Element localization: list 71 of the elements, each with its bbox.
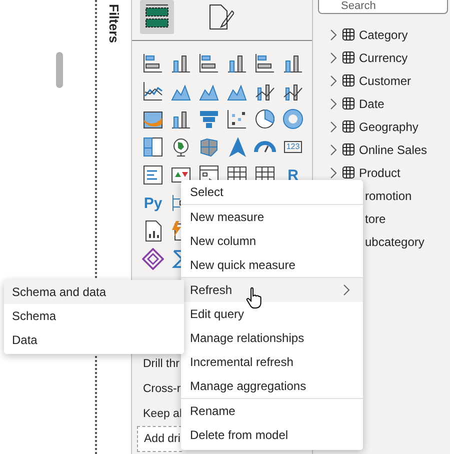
menu-item[interactable]: Refresh bbox=[181, 278, 363, 302]
field-table-name[interactable]: Online Sales bbox=[359, 142, 428, 156]
text-list-icon bbox=[142, 164, 164, 186]
visual-button[interactable]: 123 bbox=[282, 136, 304, 158]
field-table-name[interactable]: Customer bbox=[359, 74, 412, 88]
section-heading: Drill thr bbox=[143, 356, 180, 372]
build-visual-tab[interactable] bbox=[140, 0, 174, 34]
visual-button[interactable]: Py bbox=[142, 192, 164, 214]
field-table-name[interactable]: Category bbox=[359, 28, 408, 42]
funnel-icon bbox=[198, 108, 220, 130]
field-table-name[interactable]: romotion bbox=[365, 188, 412, 202]
table-icon bbox=[342, 97, 355, 110]
menu-item[interactable]: Manage aggregations bbox=[181, 374, 363, 398]
hand-cursor-icon bbox=[246, 287, 262, 309]
field-table-name[interactable]: ubcategory bbox=[365, 234, 424, 248]
table-icon bbox=[342, 28, 355, 41]
visual-button[interactable] bbox=[226, 108, 248, 130]
bar-chart-icon bbox=[142, 52, 164, 74]
menu-item[interactable]: New column bbox=[181, 229, 363, 253]
treemap-icon bbox=[142, 136, 164, 158]
visual-button[interactable] bbox=[170, 248, 181, 270]
field-table-name[interactable]: Date bbox=[359, 96, 384, 110]
chevron-right-icon bbox=[330, 144, 338, 156]
search-field[interactable]: Search bbox=[318, 0, 448, 14]
drop-zone[interactable]: Add dri bbox=[137, 426, 182, 452]
scrollbar-thumb[interactable] bbox=[56, 52, 63, 88]
visual-button[interactable] bbox=[142, 80, 164, 102]
chevron-right-icon bbox=[330, 28, 338, 40]
chevron-right-icon bbox=[330, 98, 338, 110]
submenu-chevron-icon bbox=[343, 284, 351, 296]
menu-item[interactable]: Edit query bbox=[181, 302, 363, 326]
donut-chart-icon bbox=[282, 108, 304, 130]
chevron-right-icon bbox=[330, 120, 338, 132]
toggle-label: Cross-r bbox=[143, 382, 181, 396]
menu-item[interactable]: Rename bbox=[181, 399, 363, 423]
scatter-chart-icon bbox=[226, 108, 248, 130]
field-table-name[interactable]: Currency bbox=[359, 50, 408, 64]
field-table-name[interactable]: Geography bbox=[359, 120, 418, 134]
menu-item[interactable]: New measure bbox=[181, 205, 363, 229]
chevron-right-icon bbox=[330, 166, 338, 178]
bar-chart-icon bbox=[254, 52, 276, 74]
menu-item[interactable]: Manage relationships bbox=[181, 326, 363, 350]
line-chart-icon bbox=[142, 80, 164, 102]
field-table-name[interactable]: tore bbox=[365, 212, 386, 226]
bar-chart-icon bbox=[198, 52, 220, 74]
visual-button[interactable] bbox=[142, 136, 164, 158]
visual-button[interactable] bbox=[142, 164, 164, 186]
table-icon bbox=[342, 143, 355, 156]
table-icon bbox=[342, 120, 355, 133]
menu-item[interactable]: New quick measure bbox=[181, 253, 363, 277]
chevron-right-icon bbox=[330, 74, 338, 86]
visual-button[interactable] bbox=[142, 52, 164, 74]
submenu-item[interactable]: Data bbox=[4, 328, 184, 352]
visual-button[interactable] bbox=[142, 248, 164, 270]
menu-item[interactable]: Incremental refresh bbox=[181, 350, 363, 374]
submenu-item[interactable]: Schema bbox=[4, 304, 184, 328]
visual-button[interactable] bbox=[198, 52, 220, 74]
filters-pane-title[interactable]: Filters bbox=[106, 4, 122, 44]
visual-button[interactable] bbox=[254, 52, 276, 74]
menu-item[interactable]: Delete from model bbox=[181, 423, 363, 447]
table-icon bbox=[342, 166, 355, 179]
pie-chart-icon bbox=[254, 108, 276, 130]
submenu-item[interactable]: Schema and data bbox=[4, 280, 184, 304]
diamond-icon bbox=[142, 248, 164, 270]
format-brush-icon bbox=[208, 3, 234, 31]
chevron-right-icon bbox=[330, 52, 338, 64]
table-icon bbox=[342, 74, 355, 87]
field-table-name[interactable]: Product bbox=[359, 166, 400, 180]
navigation-arrow-icon bbox=[226, 136, 248, 158]
table-icon bbox=[342, 51, 355, 64]
visual-button[interactable] bbox=[254, 108, 276, 130]
